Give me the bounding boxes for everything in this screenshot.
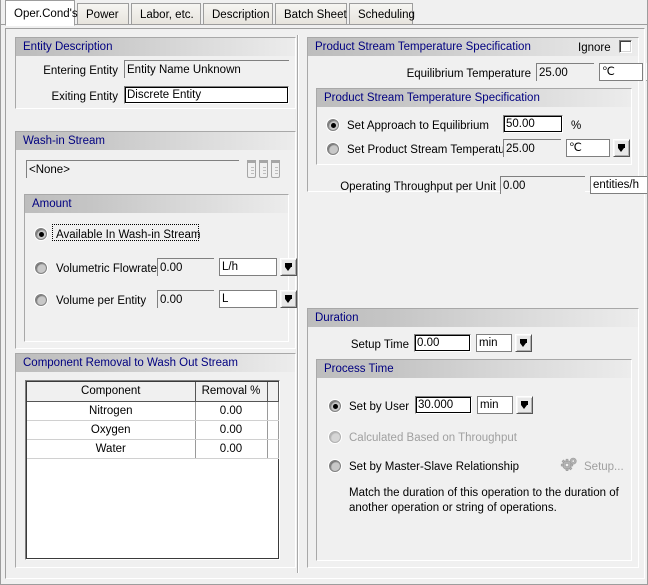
entering-entity-label: Entering Entity — [43, 65, 118, 77]
table-row[interactable]: Water 0.00 — [27, 439, 279, 459]
equilibrium-temperature-unit[interactable]: ℃ — [599, 63, 643, 81]
volumetric-flowrate-unit[interactable]: L/h — [219, 258, 277, 276]
component-removal-group: Component Removal to Wash Out Stream Com… — [15, 353, 296, 568]
product-temp-unit[interactable]: ℃ — [566, 139, 610, 157]
radio-master-slave-label: Set by Master-Slave Relationship — [349, 461, 520, 473]
oper-conditions-dialog: Oper.Cond's Power Labor, etc. Descriptio… — [0, 0, 648, 585]
product-stream-spec-inner-group: Product Stream Temperature Specification… — [316, 88, 632, 165]
equilibrium-temperature-label: Equilibrium Temperature — [406, 68, 531, 80]
radio-set-approach-to-equilibrium[interactable] — [327, 119, 339, 131]
radio-calculated-label: Calculated Based on Throughput — [349, 432, 517, 444]
duration-header: Duration — [308, 309, 638, 327]
operating-throughput-unit[interactable]: entities/h — [590, 176, 647, 194]
volumetric-flowrate-field[interactable]: 0.00 — [157, 258, 214, 276]
setup-time-label: Setup Time — [350, 339, 409, 351]
panel-divider — [297, 35, 299, 573]
master-slave-hint: Match the duration of this operation to … — [349, 487, 619, 514]
vessel-icon-1[interactable] — [246, 159, 256, 178]
component-removal-table[interactable]: Component Removal % Nitrogen 0.00 Oxygen — [25, 380, 280, 560]
entity-description-group: Entity Description Entering Entity Entit… — [15, 37, 296, 109]
radio-volumetric-label: Volumetric Flowrate — [56, 263, 157, 275]
tab-strip: Oper.Cond's Power Labor, etc. Descriptio… — [1, 0, 647, 26]
product-stream-inner-header: Product Stream Temperature Specification — [317, 89, 631, 107]
gear-icon — [560, 457, 577, 472]
exiting-entity-field[interactable]: Discrete Entity — [124, 86, 289, 104]
volume-per-entity-field[interactable]: 0.00 — [157, 290, 214, 308]
column-header-removal[interactable]: Removal % — [195, 382, 268, 402]
radio-volume-per-entity-label: Volume per Entity — [56, 295, 147, 307]
setup-button-label[interactable]: Setup... — [584, 460, 624, 474]
wash-in-stream-header: Wash-in Stream — [16, 132, 295, 150]
exiting-entity-label: Exiting Entity — [51, 91, 118, 103]
tab-page-oper-conds: Entity Description Entering Entity Entit… — [1, 25, 647, 584]
radio-set-product-stream-temperature[interactable] — [327, 143, 339, 155]
equilibrium-temperature-field[interactable]: 25.00 — [536, 63, 594, 81]
tab-scheduling[interactable]: Scheduling — [349, 3, 415, 25]
cell-component[interactable]: Nitrogen — [27, 401, 196, 421]
column-header-spacer — [267, 382, 279, 402]
ignore-checkbox[interactable] — [619, 40, 632, 53]
radio-volume-per-entity[interactable] — [35, 294, 47, 306]
tab-batch-sheet[interactable]: Batch Sheet — [275, 3, 347, 25]
entity-description-header: Entity Description — [16, 38, 295, 56]
product-stream-temperature-group: Product Stream Temperature Specification… — [307, 37, 647, 194]
amount-group: Amount Available In Wash-in Stream Volum… — [24, 194, 297, 342]
setup-time-unit-dropdown-icon[interactable] — [515, 334, 532, 352]
radio-set-by-user[interactable] — [329, 400, 341, 412]
cell-spacer — [267, 439, 279, 459]
component-removal-header: Component Removal to Wash Out Stream — [16, 354, 295, 372]
volumetric-unit-dropdown-icon[interactable] — [280, 258, 297, 276]
table-row[interactable]: Nitrogen 0.00 — [27, 401, 279, 421]
radio-available-label: Available In Wash-in Stream — [56, 229, 201, 241]
process-time-user-field[interactable]: 30.000 — [415, 396, 472, 414]
cell-removal[interactable]: 0.00 — [195, 401, 268, 421]
vessel-icon-2[interactable] — [258, 159, 268, 178]
cell-spacer — [267, 420, 279, 440]
entering-entity-field: Entity Name Unknown — [124, 60, 289, 78]
table-header-row: Component Removal % — [27, 382, 279, 402]
product-temp-field[interactable]: 25.00 — [503, 139, 561, 157]
tab-power[interactable]: Power — [77, 3, 129, 25]
duration-group: Duration Setup Time 0.00 min Process Tim… — [307, 308, 639, 568]
radio-set-by-master-slave[interactable] — [329, 460, 341, 472]
radio-calculated-based-on-throughput[interactable] — [329, 431, 341, 443]
amount-header: Amount — [25, 195, 288, 213]
cell-removal[interactable]: 0.00 — [195, 420, 268, 440]
cell-spacer — [267, 401, 279, 421]
radio-volumetric-flowrate[interactable] — [35, 262, 47, 274]
process-time-group: Process Time Set by User 30.000 min Calc… — [316, 359, 632, 561]
approach-unit-label: % — [571, 120, 582, 132]
ignore-label: Ignore — [578, 42, 611, 54]
setup-time-unit[interactable]: min — [476, 334, 512, 352]
radio-available-in-wash-in-stream[interactable] — [35, 228, 47, 240]
wash-in-stream-field[interactable]: <None> — [26, 160, 239, 178]
radio-product-temp-label: Set Product Stream Temperature — [347, 144, 515, 156]
cell-component[interactable]: Oxygen — [27, 420, 196, 440]
table-grid: Component Removal % Nitrogen 0.00 Oxygen — [27, 382, 279, 459]
tab-labor-etc[interactable]: Labor, etc. — [131, 3, 201, 25]
wash-in-stream-group: Wash-in Stream <None> Amount Available I… — [15, 131, 297, 349]
stream-vessel-icons[interactable] — [246, 159, 280, 178]
radio-approach-label: Set Approach to Equilibrium — [347, 120, 489, 132]
approach-value-field[interactable]: 50.00 — [503, 115, 563, 133]
process-time-unit-dropdown-icon[interactable] — [516, 396, 533, 414]
operating-throughput-label: Operating Throughput per Unit — [340, 181, 496, 193]
operating-throughput-field[interactable]: 0.00 — [500, 176, 585, 194]
radio-set-by-user-label: Set by User — [349, 401, 410, 413]
volume-per-entity-unit-dropdown-icon[interactable] — [280, 290, 297, 308]
process-time-header: Process Time — [317, 360, 631, 378]
table-row[interactable]: Oxygen 0.00 — [27, 420, 279, 440]
product-temp-unit-dropdown-icon[interactable] — [613, 139, 630, 157]
setup-time-field[interactable]: 0.00 — [414, 334, 471, 352]
tab-description[interactable]: Description — [203, 3, 273, 25]
process-time-user-unit[interactable]: min — [477, 396, 513, 414]
cell-removal[interactable]: 0.00 — [195, 439, 268, 459]
cell-component[interactable]: Water — [27, 439, 196, 459]
tab-oper-conds[interactable]: Oper.Cond's — [5, 0, 78, 26]
column-header-component[interactable]: Component — [27, 382, 196, 402]
vessel-icon-3[interactable] — [270, 159, 280, 178]
volume-per-entity-unit[interactable]: L — [219, 290, 277, 308]
